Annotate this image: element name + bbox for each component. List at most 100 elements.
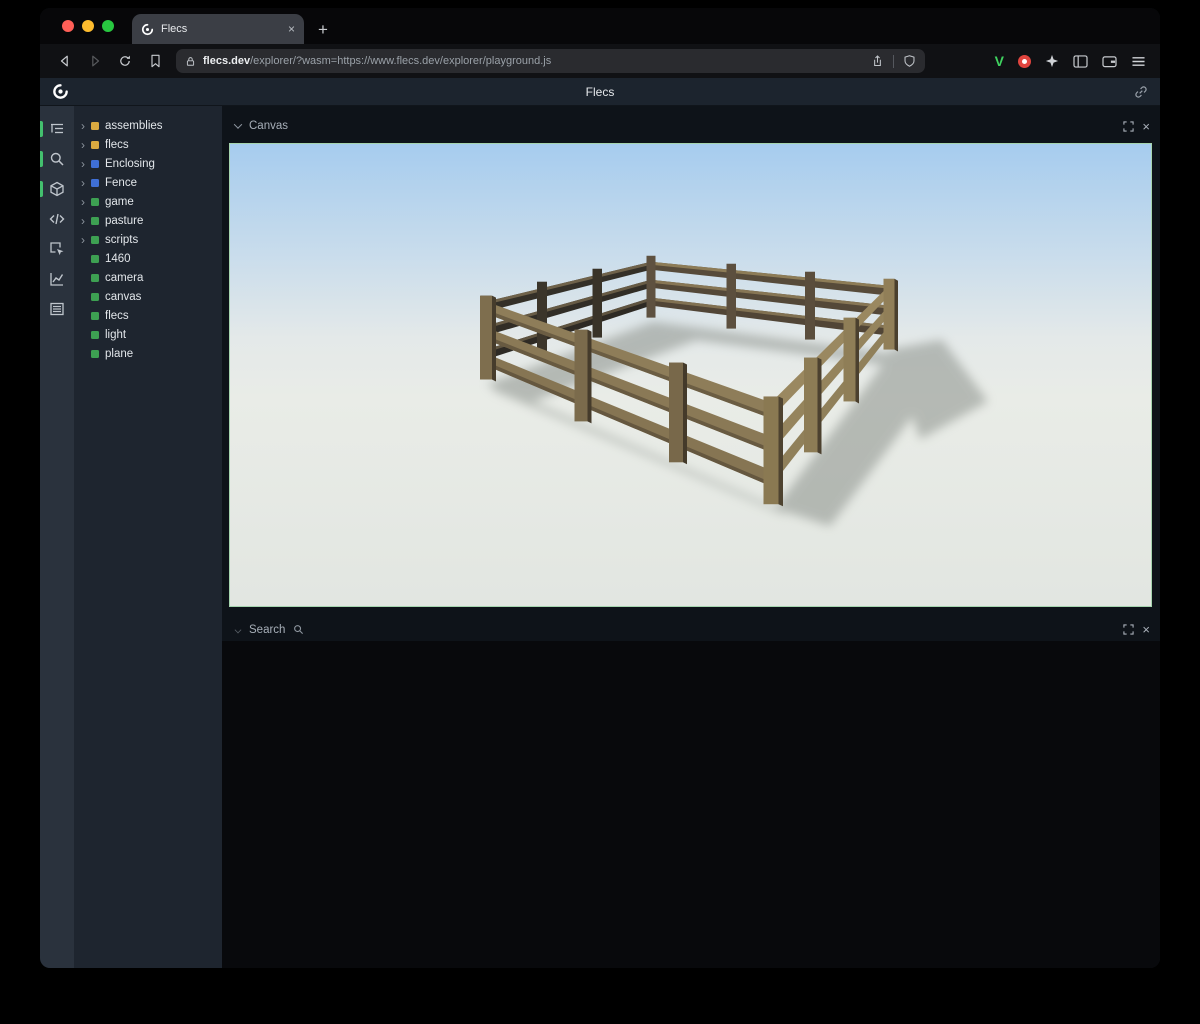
back-button[interactable] (54, 50, 76, 72)
flecs-favicon (141, 23, 154, 36)
expand-arrow-icon[interactable]: › (81, 234, 91, 246)
entity-color-square (91, 122, 99, 130)
extension-icons: V (995, 53, 1146, 69)
search-panel-body[interactable] (222, 641, 1160, 968)
red-extension-icon[interactable] (1018, 55, 1031, 68)
expand-arrow-icon[interactable]: › (81, 177, 91, 189)
tab-title: Flecs (161, 23, 187, 35)
tree-item[interactable]: › flecs (74, 306, 222, 325)
url-bar[interactable]: flecs.dev/explorer/?wasm=https://www.fle… (176, 49, 925, 73)
chevron-down-icon[interactable] (234, 120, 242, 128)
inspect-icon[interactable] (40, 236, 74, 262)
expand-arrow-icon[interactable]: › (81, 215, 91, 227)
tree-item[interactable]: › canvas (74, 287, 222, 306)
browser-toolbar: flecs.dev/explorer/?wasm=https://www.fle… (40, 44, 1160, 78)
tab-close-icon[interactable]: × (288, 22, 295, 36)
tree-item[interactable]: › camera (74, 268, 222, 287)
url-domain: flecs.dev (203, 55, 250, 67)
tree-item[interactable]: › assemblies (74, 116, 222, 135)
entity-color-square (91, 255, 99, 263)
traffic-lights (40, 8, 114, 44)
entity-label: canvas (105, 291, 141, 303)
expand-arrow-icon[interactable]: › (81, 120, 91, 132)
tree-item[interactable]: › Enclosing (74, 154, 222, 173)
reload-button[interactable] (114, 50, 136, 72)
chevron-down-icon[interactable] (235, 626, 242, 633)
entity-color-square (91, 236, 99, 244)
stats-chart-icon[interactable] (40, 266, 74, 292)
close-panel-icon[interactable]: × (1142, 623, 1150, 636)
tree-item[interactable]: › plane (74, 344, 222, 363)
browser-window: Flecs × + flecs.dev/explorer/?wasm=htt (40, 8, 1160, 968)
lock-icon (185, 55, 196, 68)
expand-arrow-icon[interactable]: › (81, 139, 91, 151)
link-icon[interactable] (1134, 85, 1148, 99)
entity-label: flecs (105, 310, 129, 322)
search-icon (293, 624, 304, 635)
entity-color-square (91, 179, 99, 187)
app-header: Flecs (40, 78, 1160, 106)
flecs-logo[interactable] (52, 83, 69, 100)
close-panel-icon[interactable]: × (1142, 120, 1150, 133)
entity-color-square (91, 274, 99, 282)
sidebar-toggle-icon[interactable] (1073, 55, 1088, 68)
close-window-button[interactable] (62, 20, 74, 32)
canvas-panel-title: Canvas (249, 120, 288, 132)
tree-item[interactable]: › game (74, 192, 222, 211)
forward-button[interactable] (84, 50, 106, 72)
entity-label: light (105, 329, 126, 341)
entity-color-square (91, 198, 99, 206)
search-panel-header[interactable]: Search × (222, 620, 1160, 639)
brave-shield-icon[interactable] (903, 54, 916, 68)
vimium-extension-icon[interactable]: V (995, 53, 1004, 69)
share-icon[interactable] (871, 54, 884, 68)
entity-color-square (91, 331, 99, 339)
entity-tree-panel: › assemblies › flecs › Enclosing › Fence… (74, 106, 222, 968)
entity-label: Fence (105, 177, 137, 189)
entity-color-square (91, 160, 99, 168)
tree-item[interactable]: › flecs (74, 135, 222, 154)
canvas-panel-header[interactable]: Canvas × (222, 116, 1160, 136)
tree-item[interactable]: › Fence (74, 173, 222, 192)
entity-label: 1460 (105, 253, 131, 265)
new-tab-button[interactable]: + (318, 21, 328, 38)
zoom-window-button[interactable] (102, 20, 114, 32)
entity-label: game (105, 196, 134, 208)
tree-item[interactable]: › 1460 (74, 249, 222, 268)
menu-icon[interactable] (1131, 55, 1146, 68)
expand-arrow-icon[interactable]: › (81, 196, 91, 208)
entity-color-square (91, 312, 99, 320)
entity-label: pasture (105, 215, 143, 227)
memory-icon[interactable] (40, 296, 74, 322)
search-panel-title: Search (249, 624, 285, 636)
entity-color-square (91, 350, 99, 358)
divider (893, 55, 894, 68)
entity-color-square (91, 141, 99, 149)
icon-rail (40, 106, 74, 968)
entity-color-square (91, 293, 99, 301)
search-icon[interactable] (40, 146, 74, 172)
url-path: /explorer/?wasm=https://www.flecs.dev/ex… (250, 55, 551, 67)
expand-arrow-icon[interactable]: › (81, 158, 91, 170)
entity-label: Enclosing (105, 158, 155, 170)
entity-label: scripts (105, 234, 138, 246)
tree-item[interactable]: › light (74, 325, 222, 344)
app-body: › assemblies › flecs › Enclosing › Fence… (40, 106, 1160, 968)
tree-item[interactable]: › pasture (74, 211, 222, 230)
entity-tree-icon[interactable] (40, 116, 74, 142)
entity-label: assemblies (105, 120, 163, 132)
expand-panel-icon[interactable] (1123, 624, 1134, 635)
expand-panel-icon[interactable] (1123, 121, 1134, 132)
minimize-window-button[interactable] (82, 20, 94, 32)
star-extension-icon[interactable] (1045, 54, 1059, 68)
entities-cube-icon[interactable] (40, 176, 74, 202)
tree-item[interactable]: › scripts (74, 230, 222, 249)
browser-tab[interactable]: Flecs × (132, 14, 304, 44)
tab-strip: Flecs × + (40, 8, 1160, 44)
canvas-3d-scene (230, 144, 1151, 606)
bookmark-icon[interactable] (144, 50, 166, 72)
canvas-3d-viewport[interactable] (229, 143, 1152, 607)
wallet-icon[interactable] (1102, 55, 1117, 68)
entity-label: camera (105, 272, 143, 284)
code-icon[interactable] (40, 206, 74, 232)
